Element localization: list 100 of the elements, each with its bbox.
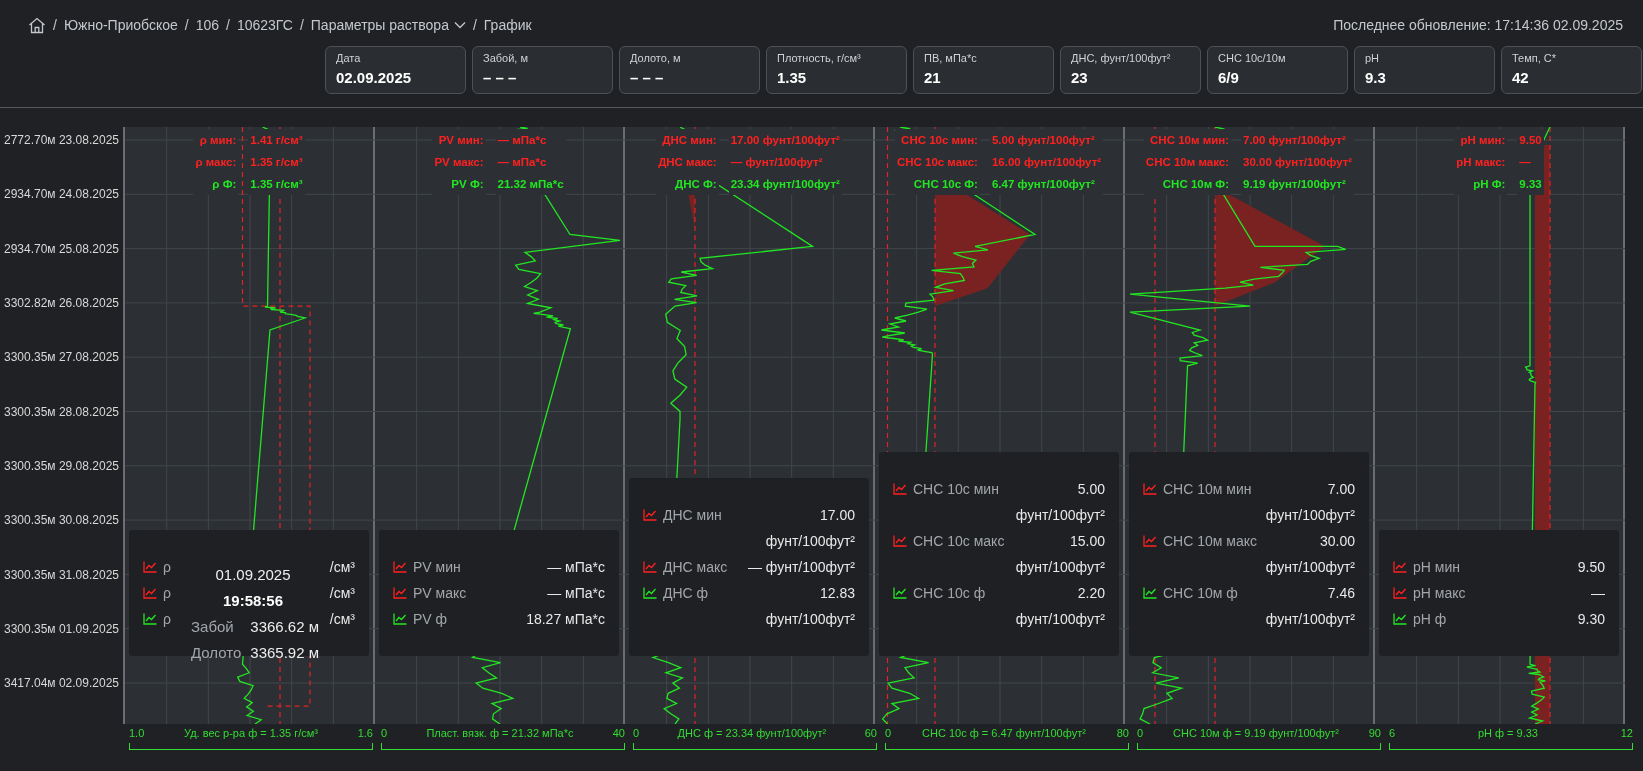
line-chart-icon <box>143 613 157 625</box>
legend-label: СНС 10м Ф: <box>1143 173 1231 195</box>
tooltip-label: СНС 10м мин <box>1163 480 1252 499</box>
popup-time: 19:58:56 <box>221 591 284 611</box>
tooltip-label: СНС 10м макс <box>1163 532 1257 551</box>
tooltip-label: ДНС мин <box>663 506 722 525</box>
tooltip-label: ρ <box>163 558 171 577</box>
stat-label: Темп, C* <box>1512 51 1558 66</box>
line-chart-icon <box>893 535 907 547</box>
axis-title: Уд. вес р-ра ф = 1.35 г/см³ <box>184 727 318 740</box>
legend-value: 7.00 фунт/100фут² <box>1241 129 1355 151</box>
tooltip-value: 9.30 <box>1577 610 1605 629</box>
legend-value: 1.35 г/см³ <box>248 173 305 195</box>
legend-label: ДНС мин: <box>656 129 719 151</box>
depth-label: 3300.35м 31.08.2025 <box>2 566 120 584</box>
tooltip-label: ρ <box>163 584 171 603</box>
legend-value: 1.41 г/см³ <box>248 129 305 151</box>
home-icon[interactable] <box>28 16 46 34</box>
axis-title: pH ф = 9.33 <box>1477 727 1538 740</box>
depth-label: 3300.35м 29.08.2025 <box>2 457 120 475</box>
tooltip-value: 5.00 фунт/100фут² <box>1014 480 1105 525</box>
stat-value: 21 <box>924 67 942 88</box>
legend-value: — мПа*с <box>495 129 566 151</box>
stat-label: Забой, м <box>483 51 529 66</box>
legend-value: 6.47 фунт/100фут² <box>989 173 1104 195</box>
legend-label: pH макс: <box>1454 151 1508 173</box>
tooltip-value: 12.83 фунт/100фут² <box>764 584 855 629</box>
legend-label: ДНС макс: <box>656 151 719 173</box>
breadcrumb-link[interactable]: 106 <box>195 14 219 36</box>
legend-label: ρ Ф: <box>193 173 239 195</box>
depth-label: 3300.35м 01.09.2025 <box>2 620 120 638</box>
breadcrumb-link[interactable]: Параметры раствора <box>310 14 466 36</box>
stat-value: 02.09.2025 <box>336 67 413 88</box>
axis-title: СНС 10с ф = 6.47 фунт/100фут² <box>922 727 1086 740</box>
axis-max-label: 12 <box>1620 727 1633 740</box>
tooltip-value: 18.27 мПа*с <box>526 610 605 629</box>
popup-date: 01.09.2025 <box>214 565 292 585</box>
line-chart-icon <box>1143 587 1157 599</box>
tooltip-value: 7.00 фунт/100фут² <box>1264 480 1355 525</box>
last-update-text: Последнее обновление: 17:14:36 02.09.2025 <box>1333 15 1623 35</box>
tooltip-value: 2.20 фунт/100фут² <box>1014 584 1105 629</box>
breadcrumb-link[interactable]: 10623ГС <box>236 14 293 36</box>
tooltip-value: 7.46 фунт/100фут² <box>1264 584 1355 629</box>
depth-label: 2934.70м 24.08.2025 <box>2 186 120 204</box>
tooltip-value: /см³ <box>329 558 355 577</box>
line-chart-icon <box>143 587 157 599</box>
legend-label: СНС 10с Ф: <box>894 173 980 195</box>
tooltip-label: СНС 10с ф <box>913 584 986 603</box>
line-chart-icon <box>393 587 407 599</box>
stat-value: 23 <box>1071 67 1089 88</box>
tooltip-label: PV макс <box>413 584 467 603</box>
depth-label: 3300.35м 30.08.2025 <box>2 512 120 530</box>
depth-label: 2934.70м 25.08.2025 <box>2 240 120 258</box>
breadcrumb-separator: / <box>184 15 189 35</box>
legend-label: ρ макс: <box>193 151 239 173</box>
stat-value: 6/9 <box>1218 67 1240 88</box>
legend-label: ρ мин: <box>193 129 239 151</box>
tooltip-value: 17.00 фунт/100фут² <box>764 506 855 551</box>
tooltip-label: ρ <box>163 610 171 629</box>
popup-value: 3366.62 м <box>250 617 319 637</box>
chevron-down-icon[interactable] <box>453 21 466 29</box>
legend-label: pH мин: <box>1454 129 1508 151</box>
tooltip-value: /см³ <box>329 584 355 603</box>
tooltip-value: 30.00 фунт/100фут² <box>1264 532 1355 577</box>
legend-value: 16.00 фунт/100фут² <box>989 151 1104 173</box>
line-chart-icon <box>393 561 407 573</box>
legend-label: PV Ф: <box>432 173 486 195</box>
breadcrumb-separator: / <box>226 15 230 35</box>
popup-value: 3365.92 м <box>250 643 319 663</box>
stat-value: – – – <box>630 67 665 88</box>
breadcrumb-separator: / <box>299 15 304 35</box>
legend-value: 1.35 г/см³ <box>248 151 305 173</box>
breadcrumb-link[interactable]: Южно-Приобское <box>63 14 178 36</box>
axis-min-label: 6 <box>1389 727 1396 740</box>
stat-value: – – – <box>483 67 518 88</box>
tooltip-value: 9.50 <box>1577 558 1605 577</box>
tooltip-label: pH макс <box>1413 584 1466 603</box>
axis-max-label: 60 <box>864 727 877 740</box>
tooltip-value: — фунт/100фут² <box>747 558 855 577</box>
line-chart-icon <box>143 561 157 573</box>
legend-label: СНС 10с мин: <box>894 129 980 151</box>
depth-label: 3302.82м 26.08.2025 <box>2 295 120 313</box>
axis-max-label: 90 <box>1368 727 1381 740</box>
legend-value: 17.00 фунт/100фут² <box>728 129 842 151</box>
tooltip-label: ДНС макс <box>663 558 728 577</box>
legend-label: ДНС Ф: <box>656 173 719 195</box>
tooltip-value: 15.00 фунт/100фут² <box>1014 532 1105 577</box>
legend-label: pH Ф: <box>1454 173 1508 195</box>
stat-label: Дата <box>336 51 362 66</box>
breadcrumb-link[interactable]: График <box>483 14 532 36</box>
axis-max-label: 40 <box>612 727 625 740</box>
legend-value: 30.00 фунт/100фут² <box>1241 151 1355 173</box>
tooltip-label: СНС 10м ф <box>1163 584 1238 603</box>
legend-label: СНС 10м мин: <box>1143 129 1231 151</box>
axis-title: СНС 10м ф = 9.19 фунт/100фут² <box>1173 727 1339 740</box>
popup-label: Забой <box>191 617 234 637</box>
stat-label: ДНС, фунт/100фут² <box>1071 51 1172 66</box>
legend-value: 9.50 <box>1517 129 1544 151</box>
depth-label: 3300.35м 27.08.2025 <box>2 349 120 367</box>
breadcrumb-separator: / <box>472 15 477 35</box>
